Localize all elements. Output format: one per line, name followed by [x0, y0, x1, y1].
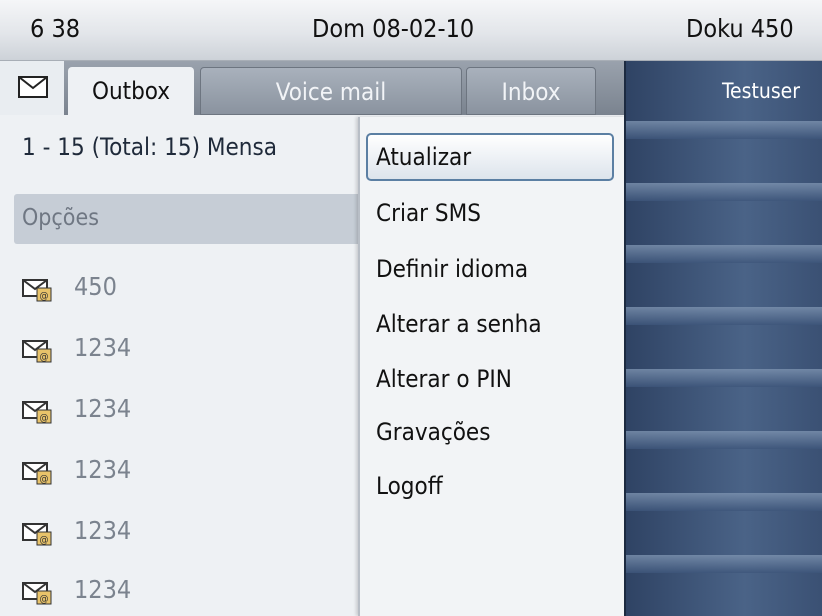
menu-item-atualizar[interactable]: Atualizar — [366, 133, 614, 181]
message-sender: 1234 — [74, 516, 132, 545]
mail-message-icon: @ — [22, 339, 56, 367]
tab-inbox[interactable]: Inbox — [466, 67, 596, 115]
panel-divider — [626, 555, 822, 573]
options-menu: Atualizar Criar SMS Definir idioma Alter… — [358, 117, 626, 616]
message-sender: 1234 — [74, 333, 132, 362]
message-sender: 450 — [74, 272, 117, 301]
mail-message-icon: @ — [22, 581, 56, 609]
message-row[interactable]: @ 1234 — [22, 451, 358, 491]
options-label: Opções — [22, 205, 99, 231]
message-row[interactable]: @ 1234 — [22, 571, 358, 611]
panel-divider — [626, 183, 822, 201]
svg-text:@: @ — [40, 413, 49, 424]
panel-divider — [626, 121, 822, 139]
mail-message-icon: @ — [22, 278, 56, 306]
message-row[interactable]: @ 450 — [22, 268, 358, 308]
status-user: Doku 450 — [686, 14, 794, 43]
menu-item-logoff[interactable]: Logoff — [376, 472, 443, 500]
status-date: Dom 08-02-10 — [312, 14, 475, 43]
message-sender: 1234 — [74, 455, 132, 484]
svg-text:@: @ — [40, 352, 49, 363]
envelope-icon[interactable] — [0, 61, 64, 115]
mail-message-icon: @ — [22, 461, 56, 489]
svg-text:@: @ — [40, 474, 49, 485]
menu-item-alterar-pin[interactable]: Alterar o PIN — [376, 365, 512, 393]
panel-divider — [626, 369, 822, 387]
options-button[interactable]: Opções — [14, 194, 364, 244]
panel-divider — [626, 431, 822, 449]
message-sender: 1234 — [74, 575, 132, 604]
message-sender: 1234 — [74, 394, 132, 423]
user-name: Testuser — [722, 79, 801, 103]
status-bar: 6 38 Dom 08-02-10 Doku 450 — [0, 0, 822, 61]
svg-text:@: @ — [40, 535, 49, 546]
user-panel: Testuser — [624, 61, 822, 616]
tab-bar: Outbox Voice mail Inbox — [0, 61, 624, 115]
message-row[interactable]: @ 1234 — [22, 390, 358, 430]
svg-text:@: @ — [40, 594, 49, 605]
tab-voice-mail[interactable]: Voice mail — [200, 67, 462, 115]
panel-divider — [626, 245, 822, 263]
menu-item-gravacoes[interactable]: Gravações — [376, 418, 490, 446]
panel-divider — [626, 307, 822, 325]
user-panel-header: Testuser — [626, 61, 822, 121]
menu-item-alterar-senha[interactable]: Alterar a senha — [376, 310, 542, 338]
message-count: 1 - 15 (Total: 15) Mensa — [22, 133, 277, 161]
panel-divider — [626, 493, 822, 511]
svg-text:@: @ — [40, 291, 49, 302]
tab-outbox[interactable]: Outbox — [68, 67, 194, 115]
clock-time: 6 38 — [30, 14, 81, 43]
message-row[interactable]: @ 1234 — [22, 329, 358, 369]
message-row[interactable]: @ 1234 — [22, 512, 358, 552]
menu-item-definir-idioma[interactable]: Definir idioma — [376, 255, 528, 283]
menu-item-criar-sms[interactable]: Criar SMS — [376, 199, 481, 227]
mail-message-icon: @ — [22, 522, 56, 550]
mail-message-icon: @ — [22, 400, 56, 428]
